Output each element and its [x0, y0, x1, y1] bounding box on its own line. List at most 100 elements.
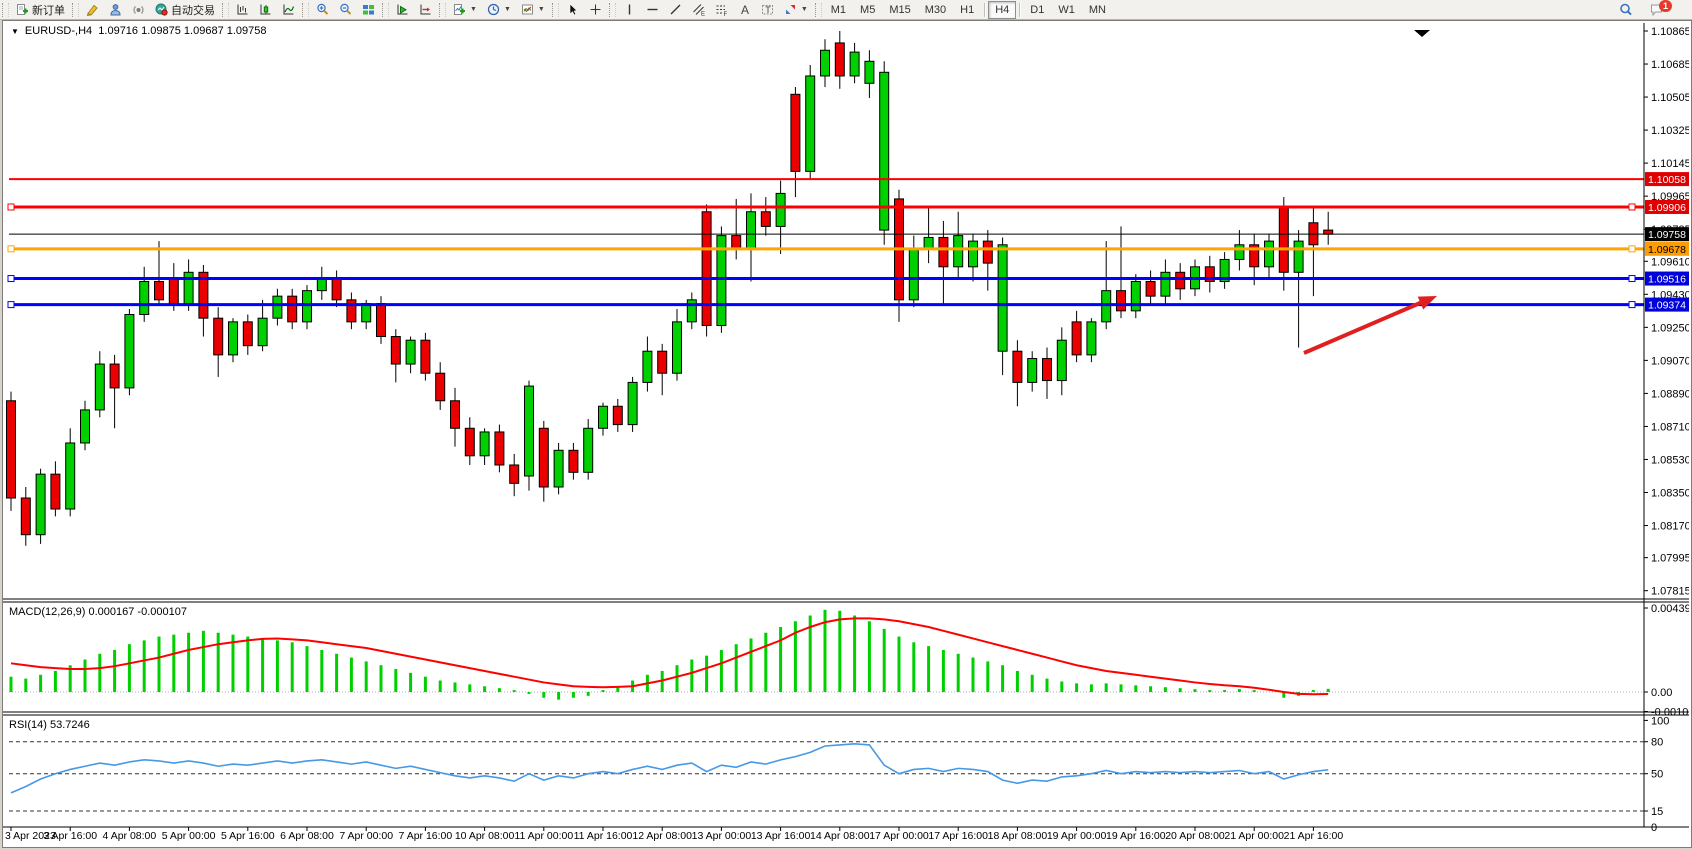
zoom-in-button[interactable] [311, 0, 334, 19]
chevron-down-icon: ▼ [801, 6, 808, 13]
line-handle[interactable] [8, 246, 14, 252]
fibonacci-button[interactable]: F [710, 0, 733, 19]
cursor-button[interactable] [561, 0, 584, 19]
search-button[interactable] [1614, 0, 1637, 19]
line-handle[interactable] [1629, 302, 1635, 308]
date-axis[interactable]: 3 Apr 20233 Apr 16:004 Apr 08:005 Apr 00… [3, 827, 1689, 842]
broadcast-icon [132, 3, 145, 16]
svg-text:1.07815: 1.07815 [1651, 586, 1689, 598]
templates-button[interactable]: ▼ [516, 0, 550, 19]
notifications-button[interactable]: 1 [1645, 0, 1684, 19]
toolbar-grip [302, 3, 309, 17]
svg-text:E: E [701, 12, 705, 17]
profile-icon [109, 3, 122, 16]
profile-button[interactable] [104, 0, 127, 19]
svg-text:1.08170: 1.08170 [1651, 521, 1689, 533]
channel-icon: E [692, 3, 705, 16]
svg-text:1.10145: 1.10145 [1651, 158, 1689, 170]
autotrading-button[interactable]: 自动交易 [150, 0, 220, 19]
mt4-terminal: { "toolbar": { "groups": [ [{"name":"new… [0, 0, 1692, 849]
crosshair-button[interactable] [584, 0, 607, 19]
chevron-down-icon: ▼ [538, 6, 545, 13]
svg-text:1.08350: 1.08350 [1651, 488, 1689, 500]
svg-text:100: 100 [1651, 715, 1669, 727]
chart-shift-icon [419, 3, 432, 16]
timeframe-toolbar: M1M5M15M30H1 H4 D1W1MN [813, 0, 1113, 19]
text-button[interactable]: A [733, 0, 756, 19]
line-handle[interactable] [8, 204, 14, 210]
line-handle[interactable] [1629, 204, 1635, 210]
new-order-button[interactable]: 新订单 [11, 0, 70, 19]
text-icon: A [738, 3, 751, 16]
auto-scroll-button[interactable] [391, 0, 414, 19]
styler-button[interactable] [81, 0, 104, 19]
timeframe-m5[interactable]: M5 [853, 1, 882, 19]
timeframe-m30[interactable]: M30 [918, 1, 953, 19]
svg-text:19 Apr 00:00: 19 Apr 00:00 [1047, 830, 1107, 842]
line-handle[interactable] [8, 302, 14, 308]
new-order-button-label: 新订单 [32, 2, 65, 18]
svg-text:1.09610: 1.09610 [1651, 256, 1689, 268]
toolbar-group [550, 0, 607, 19]
svg-text:5 Apr 16:00: 5 Apr 16:00 [221, 830, 275, 842]
fibonacci-icon: F [715, 3, 728, 16]
zoom-in-icon [316, 3, 329, 16]
svg-text:21 Apr 16:00: 21 Apr 16:00 [1284, 830, 1344, 842]
horizontal-line-icon [646, 3, 659, 16]
chevron-down-icon: ▼ [504, 6, 511, 13]
chart-shift-button[interactable] [414, 0, 437, 19]
bar-chart-button[interactable] [231, 0, 254, 19]
timeframe-w1[interactable]: W1 [1051, 1, 1082, 19]
periods-icon [487, 3, 500, 16]
zoom-out-icon [339, 3, 352, 16]
svg-text:80: 80 [1651, 737, 1663, 749]
broadcast-button[interactable] [127, 0, 150, 19]
timeframe-h4[interactable]: H4 [988, 1, 1016, 19]
line-chart-button[interactable] [277, 0, 300, 19]
toolbar-grip [2, 3, 9, 17]
svg-text:6 Apr 08:00: 6 Apr 08:00 [280, 830, 334, 842]
toolbar-grip [72, 3, 79, 17]
line-handle[interactable] [1629, 246, 1635, 252]
tile-windows-button[interactable] [357, 0, 380, 19]
svg-text:10 Apr 08:00: 10 Apr 08:00 [455, 830, 515, 842]
templates-icon [521, 3, 534, 16]
toolbar-right: 1 [1614, 0, 1684, 19]
arrows-button[interactable]: ▼ [779, 0, 813, 19]
svg-text:F: F [723, 12, 727, 16]
timeframe-h1[interactable]: H1 [953, 1, 981, 19]
line-handle[interactable] [1629, 276, 1635, 282]
candlestick-chart-icon [259, 3, 272, 16]
svg-text:18 Apr 08:00: 18 Apr 08:00 [988, 830, 1048, 842]
horizontal-line-button[interactable] [641, 0, 664, 19]
line-handle[interactable] [8, 276, 14, 282]
text-label-button[interactable]: T [756, 0, 779, 19]
svg-text:1.09678: 1.09678 [1648, 244, 1686, 256]
toolbar-group [220, 0, 300, 19]
styler-icon [86, 3, 99, 16]
line-chart-icon [282, 3, 295, 16]
timeframe-m1[interactable]: M1 [824, 1, 853, 19]
chart-canvas[interactable]: 1.108651.106851.105051.103251.101451.099… [3, 21, 1689, 845]
svg-text:7 Apr 00:00: 7 Apr 00:00 [339, 830, 393, 842]
toolbar-group [380, 0, 437, 19]
trendline-button[interactable] [664, 0, 687, 19]
candlestick-chart-button[interactable] [254, 0, 277, 19]
svg-text:50: 50 [1651, 769, 1663, 781]
svg-text:1.09070: 1.09070 [1651, 355, 1689, 367]
timeframe-mn[interactable]: MN [1082, 1, 1113, 19]
svg-text:1.09906: 1.09906 [1648, 202, 1686, 214]
zoom-out-button[interactable] [334, 0, 357, 19]
indicators-button[interactable]: ▼ [448, 0, 482, 19]
horizontal-lines[interactable] [8, 179, 1644, 308]
timeframe-m15[interactable]: M15 [882, 1, 917, 19]
channel-button[interactable]: E [687, 0, 710, 19]
main-toolbar: 新订单 自动交易 ▼ ▼ ▼ E F AT ▼ M1M5M15M30H1 H4 D1W1MN 1 [0, 0, 1692, 20]
shift-marker-icon[interactable] [1414, 30, 1430, 37]
chart-window: ▼EURUSD-,H4 1.09716 1.09875 1.09687 1.09… [2, 20, 1692, 848]
vertical-line-button[interactable] [618, 0, 641, 19]
periods-button[interactable]: ▼ [482, 0, 516, 19]
timeframe-d1[interactable]: D1 [1023, 1, 1051, 19]
new-order-icon [16, 3, 29, 16]
macd-panel: 0.0043930.00-0.001021 [9, 603, 1689, 719]
